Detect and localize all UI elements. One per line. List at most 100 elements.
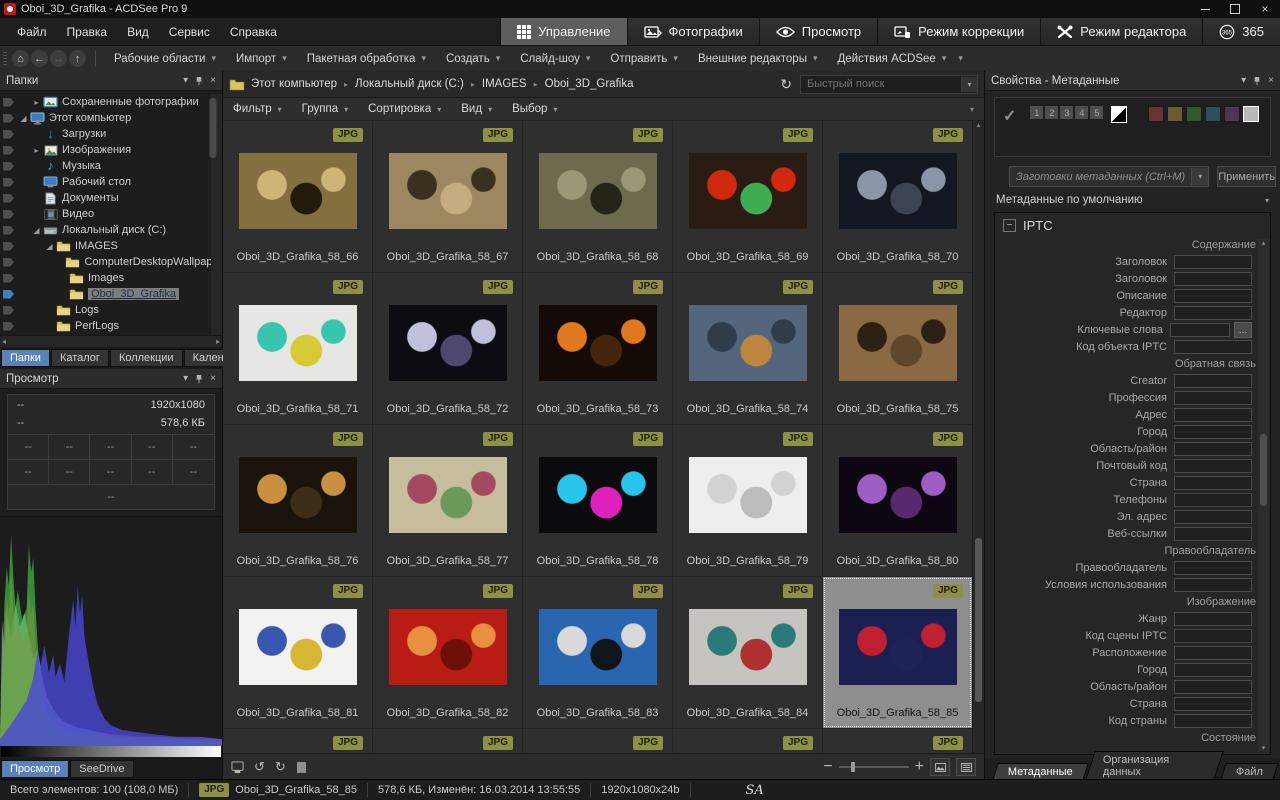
toolbar-overflow-icon[interactable]: ▾ — [958, 53, 963, 64]
toolbar-button-3[interactable]: Создать▾ — [436, 50, 510, 68]
filter-item-4[interactable]: Выбор▾ — [512, 103, 557, 115]
easy-select-icon[interactable] — [3, 306, 14, 315]
rotate-right-icon[interactable]: ↻ — [275, 759, 286, 775]
thumbnail-image[interactable] — [839, 609, 957, 685]
thumbnail-cell-oboi_3d_grafika_58_71[interactable]: JPGOboi_3D_Grafika_58_71 — [223, 273, 373, 425]
thumbnail-image[interactable] — [389, 305, 507, 381]
color-label-swatch-4[interactable] — [1224, 106, 1240, 122]
thumbnail-image[interactable] — [689, 153, 807, 229]
easy-select-icon[interactable] — [3, 162, 14, 171]
iptc-field-input[interactable] — [1174, 272, 1252, 286]
filter-item-3[interactable]: Вид▾ — [461, 103, 492, 115]
zoom-slider[interactable] — [839, 766, 909, 768]
mode-tab-photos[interactable]: Фотографии — [627, 18, 759, 45]
thumbnail-cell-oboi_3d_grafika_58_72[interactable]: JPGOboi_3D_Grafika_58_72 — [373, 273, 523, 425]
menu-item-3[interactable]: Сервис — [160, 22, 219, 42]
breadcrumb-item-1[interactable]: Локальный диск (C:) — [355, 78, 464, 90]
thumbnail-image[interactable] — [389, 457, 507, 533]
tree-item--[interactable]: ↓Загрузки — [0, 126, 222, 142]
iptc-field-input[interactable] — [1174, 374, 1252, 388]
color-label-swatch-3[interactable] — [1205, 106, 1221, 122]
thumbnail-image[interactable] — [239, 457, 357, 533]
zoom-out-icon[interactable]: − — [823, 758, 832, 776]
breadcrumb-item-3[interactable]: Oboi_3D_Grafika — [545, 78, 634, 90]
ellipsis-button[interactable]: … — [1234, 322, 1252, 338]
color-label-swatch-5[interactable] — [1243, 106, 1259, 122]
tree-item--[interactable]: ♪Музыка — [0, 158, 222, 174]
tree-expand-icon[interactable]: ◢ — [44, 242, 55, 251]
tag-icon[interactable] — [296, 761, 307, 774]
tree-item--[interactable]: ▸Изображения — [0, 142, 222, 158]
thumbnail-cell-oboi_3d_grafika_58_82[interactable]: JPGOboi_3D_Grafika_58_82 — [373, 577, 523, 729]
export-icon[interactable] — [231, 761, 244, 774]
thumbnail-cell-oboi_3d_grafika_58_67[interactable]: JPGOboi_3D_Grafika_58_67 — [373, 121, 523, 273]
mode-tab-edit[interactable]: Режим редактора — [1040, 18, 1202, 45]
color-label-swatch-1[interactable] — [1167, 106, 1183, 122]
iptc-field-input[interactable] — [1174, 663, 1252, 677]
easy-select-icon[interactable] — [3, 258, 14, 267]
thumbnail-cell-oboi_3d_grafika_58_79[interactable]: JPGOboi_3D_Grafika_58_79 — [673, 425, 823, 577]
tree-expand-icon[interactable]: ◢ — [18, 114, 29, 123]
properties-dropdown-icon[interactable]: ▾ — [1241, 75, 1246, 86]
breadcrumb-item-2[interactable]: IMAGES — [482, 78, 527, 90]
iptc-field-input[interactable] — [1174, 459, 1252, 473]
iptc-field-input[interactable] — [1174, 442, 1252, 456]
properties-tab-0[interactable]: Метаданные — [992, 763, 1088, 780]
tree-item--[interactable]: Рабочий стол — [0, 174, 222, 190]
thumbnail-cell-partial[interactable]: JPG — [523, 729, 673, 753]
rating-1[interactable]: 1 — [1030, 106, 1043, 119]
tree-expand-icon[interactable]: ◢ — [31, 226, 42, 235]
tree-item--[interactable]: Видео — [0, 206, 222, 222]
filter-item-2[interactable]: Сортировка▾ — [368, 103, 441, 115]
thumbnail-cell-oboi_3d_grafika_58_68[interactable]: JPGOboi_3D_Grafika_58_68 — [523, 121, 673, 273]
search-input[interactable] — [801, 78, 961, 90]
mode-tab-manage[interactable]: Управление — [500, 18, 626, 45]
folders-dropdown-icon[interactable]: ▾ — [183, 75, 188, 86]
zoom-in-icon[interactable]: + — [915, 758, 924, 776]
menu-item-2[interactable]: Вид — [118, 22, 158, 42]
toolbar-button-5[interactable]: Отправить▾ — [600, 50, 688, 68]
folders-tab-2[interactable]: Коллекции — [110, 349, 183, 367]
collapse-icon[interactable]: − — [1003, 219, 1016, 232]
iptc-field-input[interactable] — [1174, 476, 1252, 490]
iptc-field-input[interactable] — [1174, 629, 1252, 643]
properties-close-icon[interactable]: × — [1268, 75, 1274, 86]
thumbnail-cell-oboi_3d_grafika_58_80[interactable]: JPGOboi_3D_Grafika_58_80 — [823, 425, 973, 577]
thumbnail-image[interactable] — [389, 153, 507, 229]
thumbnail-image[interactable] — [689, 609, 807, 685]
thumbnail-image[interactable] — [839, 305, 957, 381]
properties-tab-2[interactable]: Файл — [1220, 763, 1279, 780]
no-label-swatch[interactable] — [1111, 106, 1127, 123]
mode-tab-view[interactable]: Просмотр — [759, 18, 877, 45]
easy-select-icon[interactable] — [3, 98, 14, 107]
back-button[interactable]: ← — [31, 50, 48, 67]
folders-close-icon[interactable]: × — [210, 75, 216, 86]
filter-item-1[interactable]: Группа▾ — [302, 103, 348, 115]
tree-item--[interactable]: ◢Этот компьютер — [0, 110, 222, 126]
folders-tab-0[interactable]: Папки — [1, 349, 50, 367]
iptc-field-input[interactable] — [1174, 697, 1252, 711]
thumbnail-cell-oboi_3d_grafika_58_77[interactable]: JPGOboi_3D_Grafika_58_77 — [373, 425, 523, 577]
iptc-field-input[interactable] — [1174, 714, 1252, 728]
thumbnail-cell-oboi_3d_grafika_58_84[interactable]: JPGOboi_3D_Grafika_58_84 — [673, 577, 823, 729]
iptc-scrollbar[interactable]: ▴▾ — [1258, 239, 1269, 752]
preview-tab-0[interactable]: Просмотр — [1, 760, 69, 778]
easy-select-icon[interactable] — [3, 274, 14, 283]
minimize-button[interactable] — [1190, 0, 1220, 18]
iptc-field-input[interactable] — [1174, 425, 1252, 439]
tree-item-perflogs[interactable]: PerfLogs — [0, 318, 222, 334]
tree-item--c-[interactable]: ◢Локальный диск (C:) — [0, 222, 222, 238]
thumbnail-cell-oboi_3d_grafika_58_70[interactable]: JPGOboi_3D_Grafika_58_70 — [823, 121, 973, 273]
thumbnail-image[interactable] — [239, 609, 357, 685]
zoom-slider-knob[interactable] — [851, 762, 855, 772]
easy-select-icon[interactable] — [3, 242, 14, 251]
tree-expand-icon[interactable]: ▸ — [31, 146, 42, 155]
up-button[interactable]: ↑ — [69, 50, 86, 67]
iptc-field-input[interactable] — [1174, 612, 1252, 626]
details-view-button[interactable] — [956, 758, 976, 776]
maximize-button[interactable] — [1220, 0, 1250, 18]
filterbar-overflow-icon[interactable]: ▾ — [970, 105, 974, 114]
thumbnail-cell-partial[interactable]: JPG — [823, 729, 973, 753]
color-label-swatch-2[interactable] — [1186, 106, 1202, 122]
rotate-left-icon[interactable]: ↺ — [254, 759, 265, 775]
